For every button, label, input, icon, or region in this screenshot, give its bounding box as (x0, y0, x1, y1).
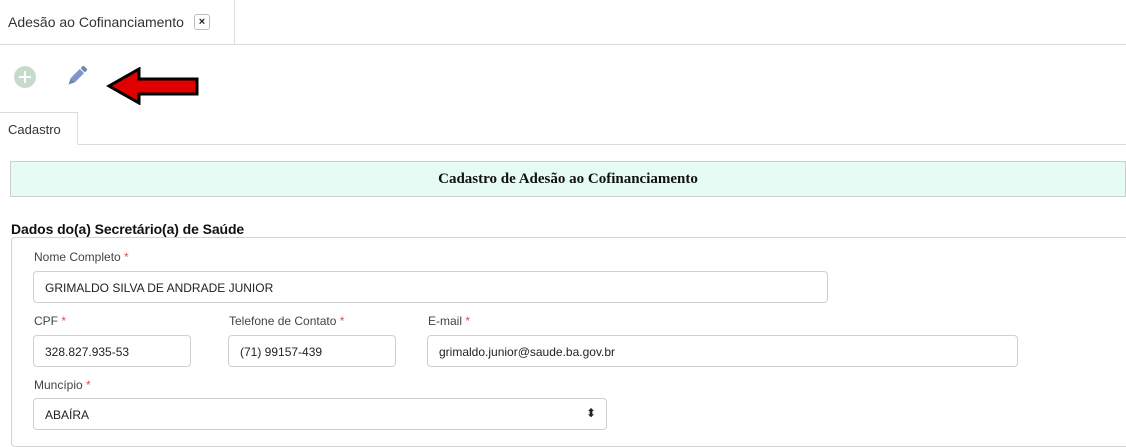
toolbar (0, 45, 1126, 111)
secretario-fieldset: Nome Completo * GRIMALDO SILVA DE ANDRAD… (11, 237, 1126, 447)
close-icon[interactable]: × (193, 14, 210, 30)
municipio-value: ABAÍRA (45, 408, 90, 422)
select-caret-icon: ⬍ (585, 406, 596, 420)
section-title: Dados do(a) Secretário(a) de Saúde (11, 221, 245, 237)
cpf-input[interactable]: 328.827.935-53 (33, 335, 191, 367)
email-label: E-mail * (428, 314, 471, 328)
tab-cadastro[interactable]: Cadastro (0, 112, 78, 145)
cpf-label: CPF * (34, 314, 67, 328)
pencil-icon (68, 65, 88, 85)
sub-tab-bar: Cadastro (0, 112, 1126, 145)
nome-label: Nome Completo * (34, 250, 129, 264)
telefone-label: Telefone de Contato * (229, 314, 345, 328)
municipio-label: Muncípio * (34, 378, 91, 392)
tab-adesao-cofinanciamento[interactable]: Adesão ao Cofinanciamento × (0, 0, 235, 44)
telefone-input[interactable]: (71) 99157-439 (228, 335, 396, 367)
tab-label: Adesão ao Cofinanciamento (8, 14, 184, 30)
top-tab-bar: Adesão ao Cofinanciamento × (0, 0, 1126, 45)
nome-completo-input[interactable]: GRIMALDO SILVA DE ANDRADE JUNIOR (33, 271, 828, 303)
edit-button[interactable] (64, 63, 90, 89)
email-input[interactable]: grimaldo.junior@saude.ba.gov.br (427, 335, 1018, 367)
municipio-select[interactable]: ABAÍRA ⬍ (33, 398, 607, 430)
red-arrow-annotation (106, 67, 199, 105)
form-title-banner: Cadastro de Adesão ao Cofinanciamento (10, 161, 1126, 197)
add-button[interactable] (14, 66, 36, 88)
